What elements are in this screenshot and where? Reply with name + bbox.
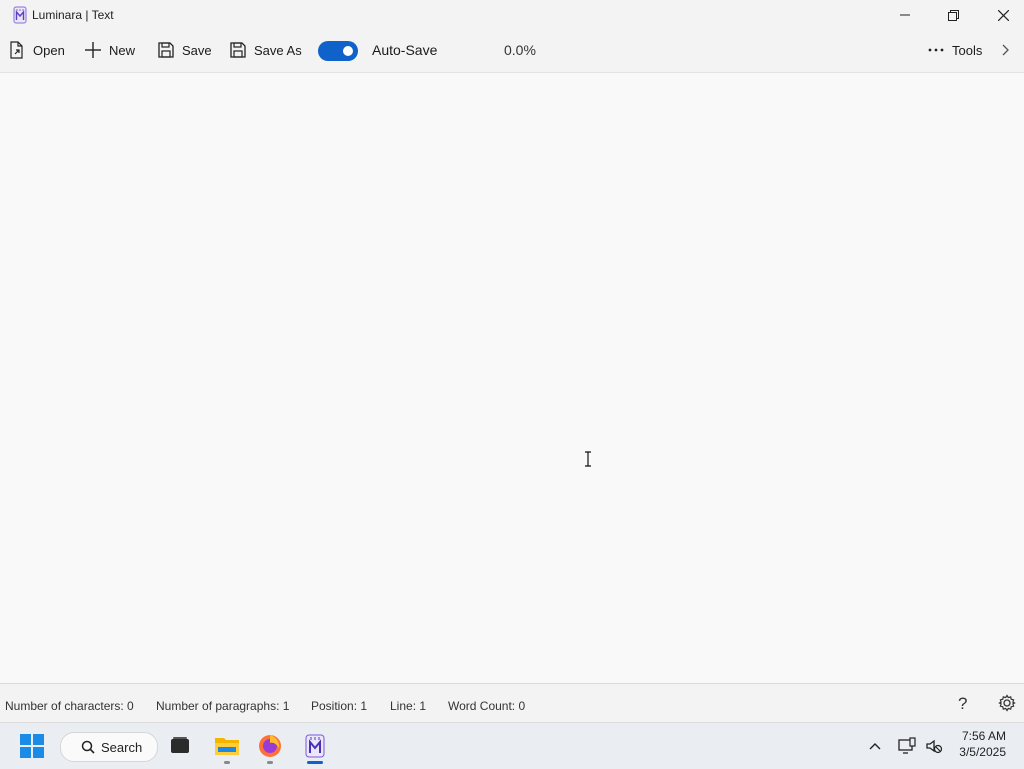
paragraph-count: Number of paragraphs: 1 bbox=[156, 699, 290, 713]
clock-date: 3/5/2025 bbox=[959, 745, 1006, 759]
network-status-button[interactable] bbox=[893, 730, 921, 762]
plus-icon bbox=[85, 42, 101, 58]
close-icon bbox=[997, 9, 1009, 21]
volume-status-button[interactable] bbox=[920, 730, 948, 762]
minimize-button[interactable] bbox=[882, 0, 928, 30]
more-options-icon bbox=[928, 48, 944, 52]
save-as-button[interactable]: Save As bbox=[230, 30, 302, 70]
network-icon bbox=[898, 737, 916, 754]
save-label: Save bbox=[182, 42, 212, 58]
save-as-icon bbox=[230, 42, 246, 58]
search-label: Search bbox=[101, 739, 143, 755]
taskbar-luminara[interactable] bbox=[299, 730, 331, 764]
chevron-right-icon bbox=[1002, 44, 1009, 56]
speaker-muted-icon bbox=[926, 739, 943, 754]
folder-icon bbox=[215, 738, 239, 755]
help-icon[interactable]: ? bbox=[958, 694, 967, 714]
system-clock[interactable]: 7:56 AM 3/5/2025 bbox=[950, 728, 1006, 760]
open-button[interactable]: Open bbox=[9, 30, 65, 70]
line-number: Line: 1 bbox=[390, 699, 427, 713]
windows-logo-icon bbox=[20, 734, 44, 758]
cursor-position: Position: 1 bbox=[311, 699, 368, 713]
running-indicator bbox=[224, 761, 230, 764]
save-as-label: Save As bbox=[254, 42, 302, 58]
new-label: New bbox=[109, 42, 136, 58]
save-icon bbox=[158, 42, 174, 58]
start-button[interactable] bbox=[16, 730, 48, 762]
progress-percentage: 0.0% bbox=[504, 42, 536, 58]
taskbar: Search 7:56 AM 3/5/2025 bbox=[0, 722, 1024, 769]
luminara-app-icon bbox=[305, 734, 325, 758]
search-icon bbox=[81, 740, 95, 754]
toggle-knob bbox=[343, 46, 353, 56]
open-label: Open bbox=[33, 42, 65, 58]
title-bar: Luminara | Text bbox=[0, 0, 1024, 30]
task-view-icon bbox=[171, 737, 189, 753]
show-hidden-icons-button[interactable] bbox=[860, 730, 890, 762]
active-indicator bbox=[307, 761, 323, 764]
taskbar-search[interactable]: Search bbox=[60, 732, 158, 762]
gear-icon[interactable] bbox=[998, 694, 1016, 712]
autosave-label: Auto-Save bbox=[372, 42, 438, 58]
taskbar-task-view[interactable] bbox=[164, 730, 196, 762]
taskbar-file-explorer[interactable] bbox=[211, 730, 243, 764]
new-button[interactable]: New bbox=[85, 30, 135, 70]
open-file-icon bbox=[10, 41, 23, 59]
chevron-up-icon bbox=[869, 743, 881, 750]
close-button[interactable] bbox=[980, 0, 1024, 30]
minimize-icon bbox=[900, 14, 910, 16]
text-cursor-icon bbox=[585, 451, 591, 467]
expand-toolbar-button[interactable] bbox=[1002, 30, 1018, 70]
app-logo-icon bbox=[13, 6, 27, 24]
tools-label: Tools bbox=[952, 42, 983, 58]
text-editor[interactable] bbox=[0, 73, 1024, 683]
word-count: Word Count: 0 bbox=[448, 699, 526, 713]
restore-icon bbox=[947, 9, 959, 21]
taskbar-firefox[interactable] bbox=[254, 730, 286, 764]
character-count: Number of characters: 0 bbox=[5, 699, 134, 713]
clock-time: 7:56 AM bbox=[961, 729, 1006, 743]
status-bar: Number of characters: 0 Number of paragr… bbox=[0, 683, 1024, 722]
firefox-icon bbox=[259, 735, 281, 757]
save-button[interactable]: Save bbox=[158, 30, 212, 70]
running-indicator bbox=[267, 761, 273, 764]
restore-button[interactable] bbox=[930, 0, 976, 30]
tools-button[interactable]: Tools bbox=[928, 30, 982, 70]
window-title: Luminara | Text bbox=[32, 8, 114, 22]
command-bar: Open New Save Save As Auto-Save 0.0% Too… bbox=[0, 30, 1024, 73]
autosave-toggle[interactable] bbox=[318, 41, 358, 61]
